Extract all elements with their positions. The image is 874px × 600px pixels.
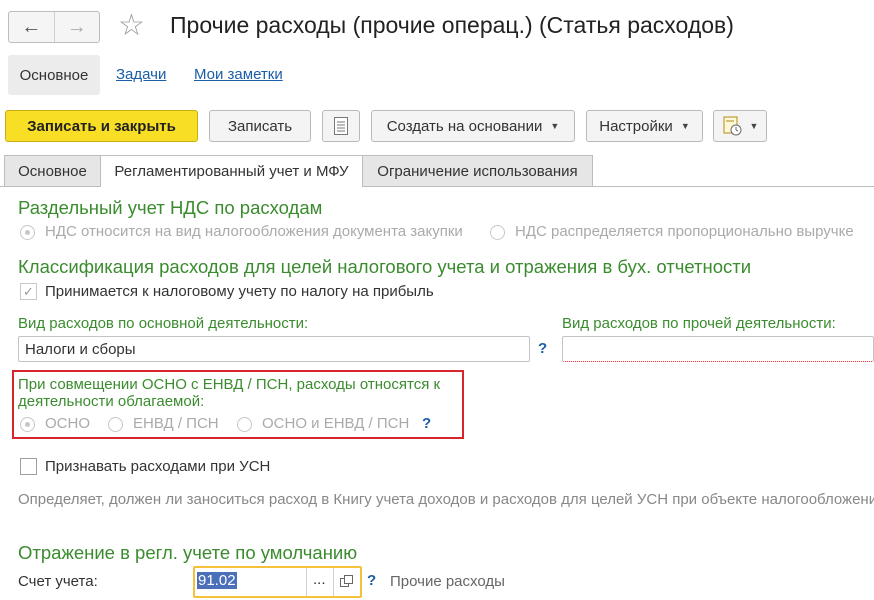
vat-option2-label: НДС распределяется пропорционально выруч… [515,223,854,240]
create-based-button[interactable]: Создать на основании ▼ [371,110,575,142]
vat-option1-label: НДС относится на вид налогообложения док… [45,223,463,240]
usn-label: Признавать расходами при УСН [45,458,271,475]
save-and-close-button[interactable]: Записать и закрыть [5,110,198,142]
regime-osno-radio[interactable] [20,417,35,432]
list-icon [334,117,348,135]
create-based-label: Создать на основании [386,117,543,135]
account-select-button[interactable]: ... [313,571,326,588]
list-button[interactable] [322,110,360,142]
page-title: Прочие расходы (прочие операц.) (Статья … [170,12,734,38]
link-notes[interactable]: Мои заметки [194,66,283,83]
account-divider [306,568,307,596]
account-label: Счет учета: [18,573,98,590]
nav-buttons: ← → [8,11,100,43]
usn-checkbox[interactable] [20,458,37,475]
account-name: Прочие расходы [390,573,505,590]
other-activity-input[interactable] [562,336,874,362]
forward-arrow-icon[interactable]: → [53,12,100,42]
tab-usage-restriction[interactable]: Ограничение использования [362,155,593,186]
main-activity-input[interactable]: Налоги и сборы [18,336,530,362]
regime-both-radio[interactable] [237,417,252,432]
chevron-down-icon: ▼ [550,121,560,131]
back-arrow-icon[interactable]: ← [9,12,54,42]
regime-envd-radio[interactable] [108,417,123,432]
chevron-down-icon: ▼ [749,121,759,131]
account-value[interactable]: 91.02 [197,572,237,589]
profit-tax-checkbox[interactable]: ✓ [20,283,37,300]
tab-main[interactable]: Основное [4,155,101,186]
regime-osno-label: ОСНО [45,415,90,432]
usn-hint: Определяет, должен ли заноситься расход … [18,491,874,508]
link-tasks[interactable]: Задачи [116,66,166,83]
report-button[interactable]: ▼ [713,110,767,142]
tab-regulated-accounting[interactable]: Регламентированный учет и МФУ [100,155,363,187]
regime-both-label: ОСНО и ЕНВД / ПСН [262,415,410,432]
profit-tax-label: Принимается к налоговому учету по налогу… [45,283,434,300]
regime-label: При совмещении ОСНО с ЕНВД / ПСН, расход… [18,376,441,410]
settings-button[interactable]: Настройки ▼ [586,110,703,142]
open-window-icon[interactable] [340,575,353,593]
main-activity-help[interactable]: ? [538,340,547,357]
link-main[interactable]: Основное [8,55,100,95]
star-icon[interactable]: ☆ [118,8,145,43]
account-divider [333,568,334,596]
vat-option2-radio[interactable] [490,225,505,240]
settings-label: Настройки [599,117,673,135]
reflection-heading: Отражение в регл. учете по умолчанию [18,542,358,563]
regime-envd-label: ЕНВД / ПСН [133,415,219,432]
report-icon [723,116,742,136]
main-activity-label: Вид расходов по основной деятельности: [18,315,309,332]
vat-heading: Раздельный учет НДС по расходам [18,197,323,218]
vat-option1-radio[interactable] [20,225,35,240]
chevron-down-icon: ▼ [680,121,690,131]
other-activity-label: Вид расходов по прочей деятельности: [562,315,836,332]
save-button[interactable]: Записать [209,110,311,142]
account-help[interactable]: ? [367,572,376,589]
classification-heading: Классификация расходов для целей налогов… [18,256,752,277]
regime-help[interactable]: ? [422,415,431,432]
